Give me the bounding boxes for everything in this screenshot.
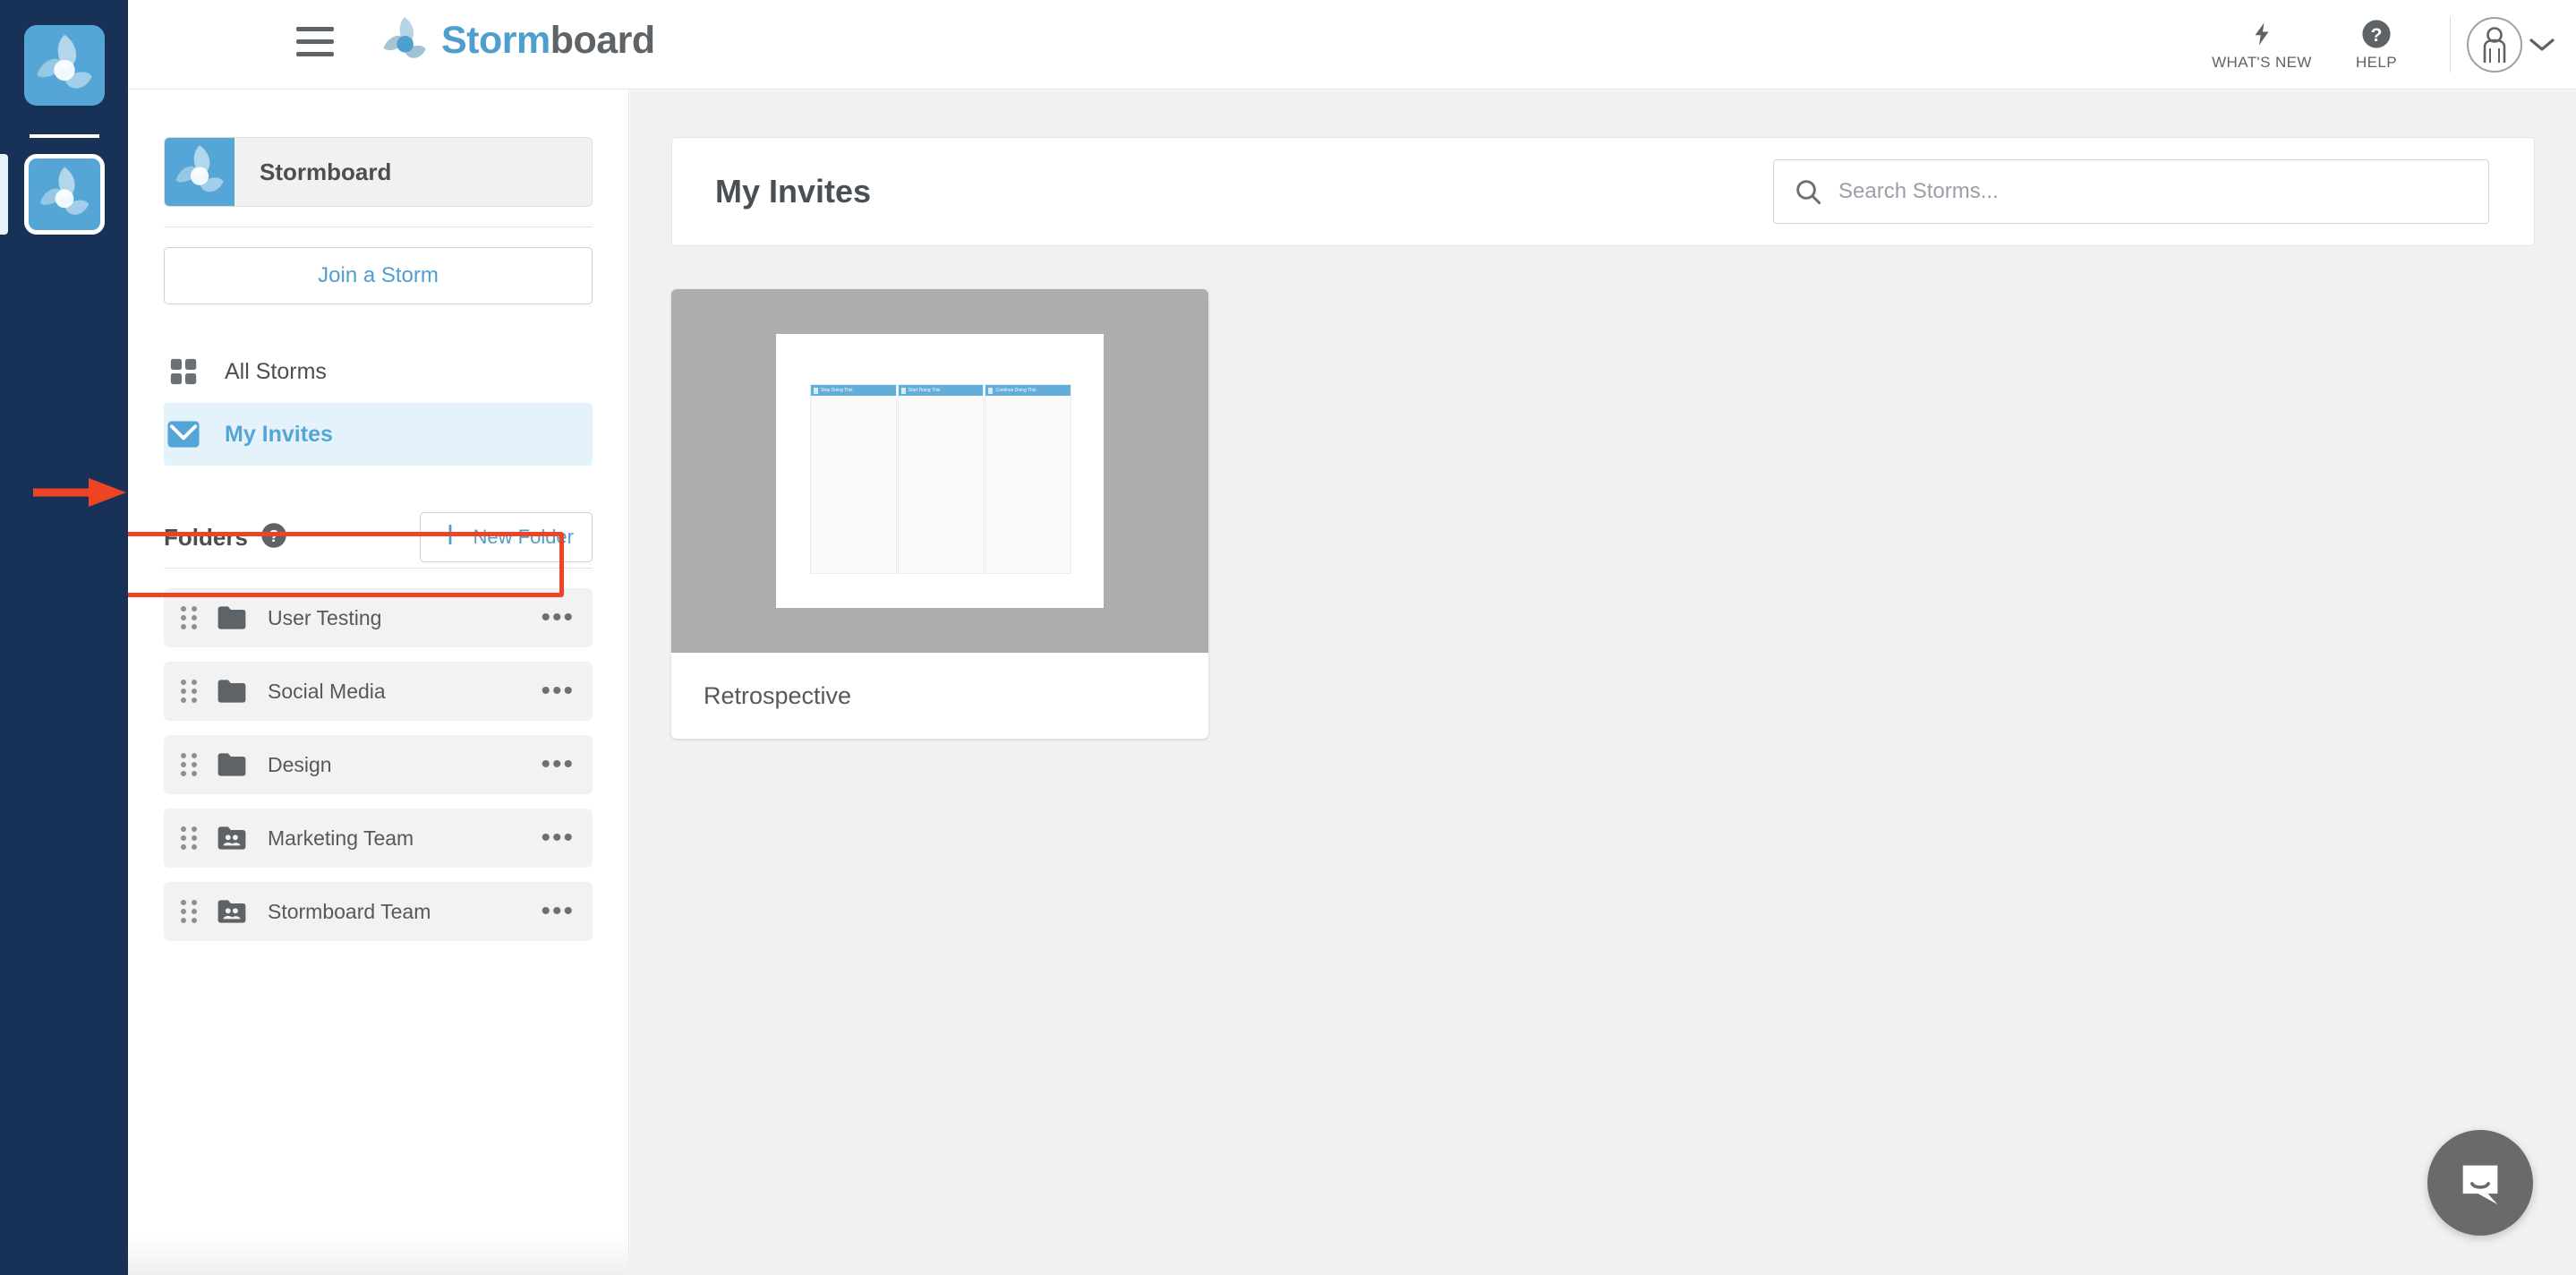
hamburger-menu-icon[interactable] — [296, 27, 334, 63]
thumbnail-column-label: Stop Doing This — [821, 388, 853, 393]
join-a-storm-button[interactable]: Join a Storm — [164, 247, 593, 304]
brand-wordmark: Stormboard — [441, 13, 655, 68]
ellipsis-icon[interactable]: ••• — [541, 825, 575, 851]
ellipsis-icon[interactable]: ••• — [541, 604, 575, 631]
folder-row[interactable]: Stormboard Team ••• — [164, 882, 593, 941]
sidebar-item-my-invites[interactable]: My Invites — [164, 403, 593, 466]
sidebar-item-label: My Invites — [225, 421, 333, 447]
svg-text:?: ? — [2371, 23, 2383, 45]
whats-new-label: WHAT'S NEW — [2212, 53, 2312, 71]
rail-org-tile-active[interactable] — [24, 154, 105, 235]
brand-word-storm: Storm — [441, 19, 550, 62]
storm-card-title: Retrospective — [704, 681, 852, 709]
page-title: My Invites — [715, 173, 872, 210]
folders-heading: Folders — [164, 523, 248, 551]
rail-divider — [30, 134, 99, 138]
main-content: My Invites Search Storms... Stop Doing T… — [630, 90, 2576, 1275]
folder-row[interactable]: Marketing Team ••• — [164, 809, 593, 868]
sidebar-nav: All Storms My Invites — [164, 340, 593, 466]
chevron-down-icon[interactable] — [2522, 0, 2562, 90]
brand-word-board: board — [550, 19, 655, 62]
drag-handle-icon[interactable] — [180, 899, 198, 924]
thumbnail-column: Stop Doing This — [810, 384, 897, 574]
app-header: Stormboard WHAT'S NEW ? HELP — [128, 0, 2576, 90]
help-label: HELP — [2355, 53, 2397, 71]
folders-section-header: Folders ? New Folder — [164, 510, 593, 564]
grid-icon — [166, 354, 201, 389]
folder-name: Stormboard Team — [268, 899, 431, 923]
user-avatar-icon[interactable] — [2467, 17, 2522, 73]
stormboard-logo-icon — [29, 158, 100, 230]
ellipsis-icon[interactable]: ••• — [541, 678, 575, 705]
column-menu-icon — [988, 387, 994, 394]
sidebar-item-label: All Storms — [225, 358, 327, 384]
question-mark-circle-icon[interactable]: ? — [260, 522, 287, 553]
column-menu-icon — [900, 387, 906, 394]
thumbnail-column-label: Continue Doing This — [995, 388, 1036, 393]
folder-name: Design — [268, 752, 332, 776]
storm-card[interactable]: Stop Doing This Start Doing This Continu… — [671, 289, 1208, 739]
storm-card-grid: Stop Doing This Start Doing This Continu… — [671, 289, 2535, 739]
help-button[interactable]: ? HELP — [2319, 0, 2434, 90]
folder-row[interactable]: Design ••• — [164, 735, 593, 794]
folder-row[interactable]: Social Media ••• — [164, 662, 593, 721]
chat-bubble-icon — [2462, 1165, 2498, 1205]
sidebar-org-name: Stormboard — [260, 158, 392, 185]
stormboard-logo-icon — [24, 25, 105, 106]
thumbnail-canvas: Stop Doing This Start Doing This Continu… — [776, 334, 1104, 608]
storm-thumbnail: Stop Doing This Start Doing This Continu… — [671, 289, 1208, 653]
new-folder-button[interactable]: New Folder — [419, 512, 593, 562]
lightning-bolt-icon — [2255, 22, 2269, 45]
question-mark-circle-icon: ? — [2362, 19, 2391, 48]
drag-handle-icon[interactable] — [180, 605, 198, 630]
drag-handle-icon[interactable] — [180, 752, 198, 777]
right-arrow-annotation — [33, 475, 132, 510]
whats-new-button[interactable]: WHAT'S NEW — [2205, 0, 2319, 90]
left-sidebar: Stormboard Join a Storm All Storms My In… — [71, 90, 629, 1275]
sidebar-item-all-storms[interactable]: All Storms — [164, 340, 593, 403]
search-icon — [1794, 177, 1822, 206]
folder-team-icon — [216, 822, 248, 854]
drag-handle-icon[interactable] — [180, 826, 198, 851]
folder-list: User Testing ••• Social Media ••• Design… — [164, 588, 593, 941]
thumbnail-column-label: Start Doing This — [908, 388, 941, 393]
ellipsis-icon[interactable]: ••• — [541, 898, 575, 925]
search-input[interactable] — [1822, 179, 2488, 204]
rail-org-tile-stormboard[interactable] — [24, 25, 105, 106]
folder-name: User Testing — [268, 605, 382, 629]
rail-active-indicator — [0, 154, 8, 235]
header-divider — [2450, 17, 2451, 73]
brand-logo[interactable]: Stormboard — [377, 13, 655, 68]
column-menu-icon — [814, 387, 818, 394]
thumbnail-board: Stop Doing This Start Doing This Continu… — [810, 384, 1072, 574]
folder-icon — [216, 602, 248, 634]
thumbnail-column-header: Stop Doing This — [811, 385, 896, 396]
new-folder-label: New Folder — [473, 526, 574, 548]
folder-icon — [216, 749, 248, 781]
stormboard-logo-icon — [377, 13, 432, 68]
org-switcher-rail — [0, 0, 128, 1275]
storm-card-footer: Retrospective — [671, 653, 1208, 739]
folder-name: Marketing Team — [268, 826, 414, 850]
folder-team-icon — [216, 895, 248, 928]
page-header-bar: My Invites — [671, 137, 2535, 246]
drag-handle-icon[interactable] — [180, 679, 198, 704]
search-storms-box[interactable] — [1773, 159, 2489, 224]
ellipsis-icon[interactable]: ••• — [541, 751, 575, 778]
folder-row[interactable]: User Testing ••• — [164, 588, 593, 647]
plus-icon — [439, 523, 462, 552]
thumbnail-column-header: Continue Doing This — [985, 385, 1071, 396]
stormboard-logo-icon — [165, 138, 235, 206]
sidebar-org-selector[interactable]: Stormboard — [164, 137, 593, 207]
thumbnail-column: Continue Doing This — [985, 384, 1072, 574]
chat-launcher-button[interactable] — [2427, 1130, 2533, 1236]
header-actions: WHAT'S NEW ? HELP — [2205, 0, 2576, 90]
folders-divider — [164, 568, 593, 569]
svg-text:?: ? — [269, 526, 278, 544]
thumbnail-column-header: Start Doing This — [898, 385, 984, 396]
thumbnail-column: Start Doing This — [897, 384, 985, 574]
folder-icon — [216, 675, 248, 707]
folder-name: Social Media — [268, 679, 386, 703]
envelope-icon — [166, 416, 201, 452]
